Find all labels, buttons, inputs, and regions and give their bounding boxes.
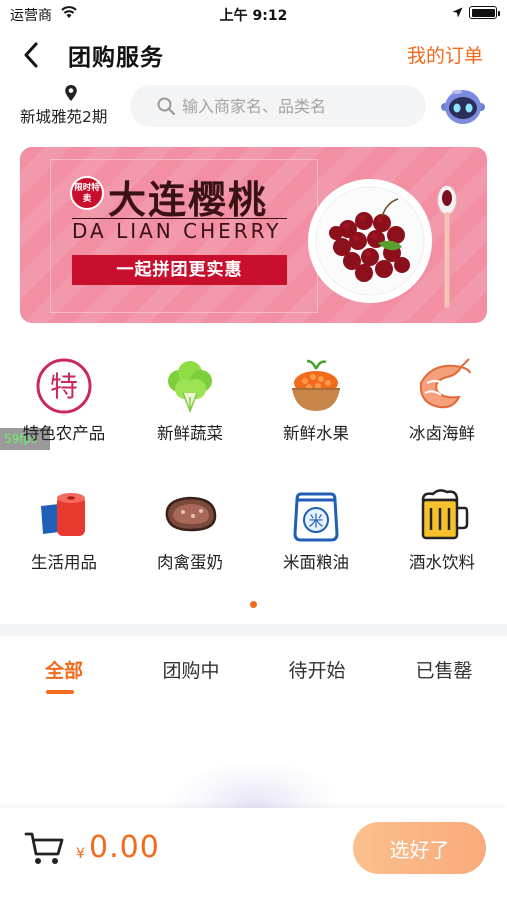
svg-text:米: 米 <box>308 512 323 530</box>
active-tab-indicator <box>46 690 74 694</box>
robot-assistant-icon[interactable] <box>440 87 486 127</box>
status-time: 上午 9:12 <box>219 8 288 24</box>
category-label: 生活用品 <box>31 553 97 572</box>
cherry-plate-icon <box>308 179 432 303</box>
location-name: 新城雅苑2期 <box>20 108 108 126</box>
banner-subtitle: DA LIAN CHERRY <box>72 218 287 243</box>
search-bar[interactable] <box>130 85 426 127</box>
banner-ribbon: 一起拼团更实惠 <box>72 255 287 285</box>
nav-bar: 团购服务 我的订单 <box>0 30 507 78</box>
category-label: 新鲜水果 <box>283 424 349 443</box>
filter-tabs: 全部 团购中 待开始 已售罄 <box>0 646 507 702</box>
checkout-bar: ¥ 0.00 选好了 <box>0 808 507 900</box>
category-specialty[interactable]: 特 特色农产品 <box>1 350 127 450</box>
specialty-icon: 特 <box>34 356 94 416</box>
beer-icon <box>412 485 472 545</box>
location-arrow-icon <box>452 7 463 18</box>
status-bar: 运营商 上午 9:12 <box>0 0 507 30</box>
category-label: 酒水饮料 <box>409 553 475 572</box>
svg-text:特: 特 <box>50 370 78 403</box>
tab-all[interactable]: 全部 <box>4 656 124 683</box>
tab-in-progress[interactable]: 团购中 <box>131 656 251 683</box>
category-label: 新鲜蔬菜 <box>157 424 223 443</box>
meat-icon <box>160 485 220 545</box>
page-indicator-dot <box>250 601 257 608</box>
section-divider <box>0 624 507 636</box>
page-title: 团购服务 <box>68 45 164 71</box>
my-orders-link[interactable]: 我的订单 <box>407 41 483 68</box>
category-vegetable[interactable]: 新鲜蔬菜 <box>127 350 253 450</box>
banner-title: 大连樱桃 <box>108 178 269 222</box>
cart-icon[interactable] <box>24 830 64 866</box>
back-button[interactable] <box>14 38 48 72</box>
search-icon <box>157 97 176 116</box>
tab-sold-out[interactable]: 已售罄 <box>384 656 504 683</box>
location-pin-icon <box>65 85 77 101</box>
confirm-button[interactable]: 选好了 <box>353 822 486 874</box>
category-label: 肉禽蛋奶 <box>157 553 223 572</box>
rice-icon: 米 <box>286 485 346 545</box>
promo-banner[interactable]: 限时特卖 大连樱桃 DA LIAN CHERRY 一起拼团更实惠 <box>20 147 487 323</box>
spoon-icon <box>437 185 457 308</box>
cart-total: 0.00 <box>89 830 160 865</box>
vegetable-icon <box>160 356 220 416</box>
seafood-icon <box>412 356 472 416</box>
badge-text: 限时特卖 <box>74 183 100 204</box>
tab-upcoming[interactable]: 待开始 <box>257 656 377 683</box>
category-label: 冰卤海鲜 <box>409 424 475 443</box>
category-fruit[interactable]: 新鲜水果 <box>253 350 379 450</box>
category-rice[interactable]: 米 米面粮油 <box>253 479 379 579</box>
category-label: 特色农产品 <box>22 424 106 443</box>
daily-goods-icon <box>34 485 94 545</box>
category-seafood[interactable]: 冰卤海鲜 <box>379 350 505 450</box>
category-label: 米面粮油 <box>283 553 349 572</box>
back-arrow-icon <box>24 42 38 68</box>
location-selector[interactable]: 新城雅苑2期 <box>20 84 126 130</box>
category-beverage[interactable]: 酒水饮料 <box>379 479 505 579</box>
fruit-icon <box>286 356 346 416</box>
currency-symbol: ¥ <box>76 846 85 862</box>
limited-sale-badge: 限时特卖 <box>70 176 104 210</box>
category-meat[interactable]: 肉禽蛋奶 <box>127 479 253 579</box>
battery-icon <box>469 6 500 19</box>
category-daily-goods[interactable]: 生活用品 <box>1 479 127 579</box>
category-grid: 特 特色农产品 新鲜蔬菜 新鲜水果 冰卤海鲜 生活用品 肉禽蛋奶 米 米面粮油 … <box>0 350 507 590</box>
search-input[interactable] <box>182 85 418 127</box>
